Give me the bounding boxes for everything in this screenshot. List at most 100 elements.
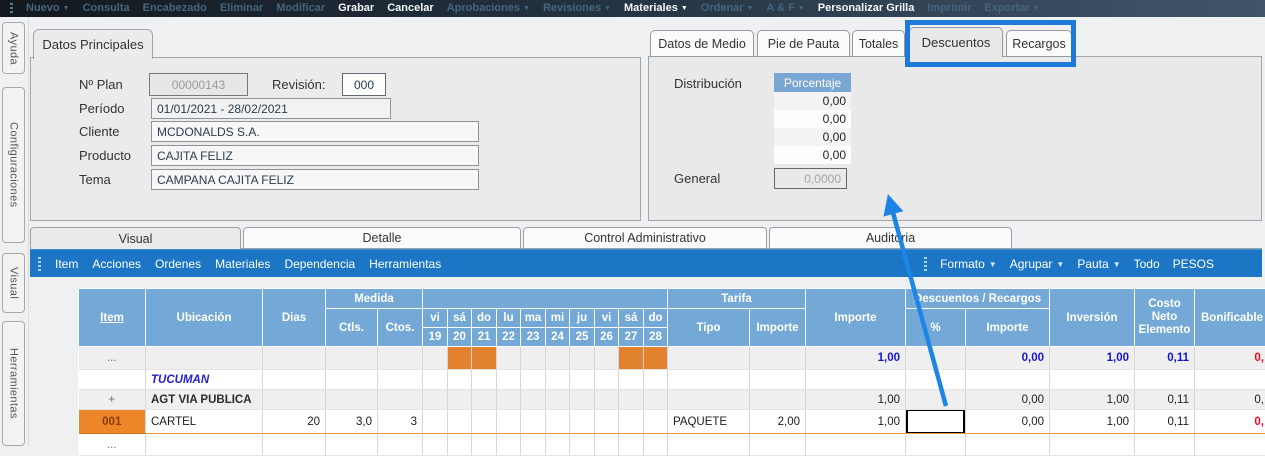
cell-tipo[interactable] xyxy=(668,434,750,456)
porcentaje-cell-2[interactable]: 0,00 xyxy=(774,110,851,128)
cell-ctls[interactable] xyxy=(326,434,378,456)
cell-bonificable[interactable]: 0, xyxy=(1195,347,1265,370)
cell-tarifa-importe[interactable]: 2,00 xyxy=(750,410,806,434)
cell-day-19[interactable] xyxy=(423,390,448,410)
cell-item[interactable]: 001 xyxy=(79,410,146,434)
grid-header-ubicacion[interactable]: Ubicación xyxy=(146,289,263,347)
periodo-input[interactable] xyxy=(151,98,391,119)
grid-header-ctos[interactable]: Ctos. xyxy=(378,309,423,347)
cell-day-22[interactable] xyxy=(497,390,521,410)
cell-item[interactable]: ... xyxy=(79,434,146,456)
cell-day-19[interactable] xyxy=(423,347,448,370)
cell-tipo[interactable]: PAQUETE xyxy=(668,410,750,434)
menu-item-grabar[interactable]: Grabar xyxy=(338,0,374,17)
grid-header-descuento-importe[interactable]: Importe xyxy=(966,309,1050,347)
cell-tipo[interactable] xyxy=(668,347,750,370)
cell-item[interactable]: + xyxy=(79,390,146,410)
cell-day-23[interactable] xyxy=(521,370,546,390)
sidebar-tab-visual[interactable]: Visual xyxy=(2,253,25,313)
cell-day-28[interactable] xyxy=(644,390,668,410)
cell-inversion[interactable] xyxy=(1050,370,1135,390)
cell-day-28[interactable] xyxy=(644,347,668,370)
porcentaje-cell-3[interactable]: 0,00 xyxy=(774,128,851,146)
grid-header-item[interactable]: Item xyxy=(79,289,146,347)
cell-tarifa-importe[interactable] xyxy=(750,434,806,456)
tab-datos-de-medio[interactable]: Datos de Medio xyxy=(650,30,754,57)
grid-header-ctls[interactable]: Ctls. xyxy=(326,309,378,347)
toolbar-item-dependencia[interactable]: Dependencia xyxy=(284,257,355,271)
cell-importe[interactable] xyxy=(806,370,906,390)
toolbar-item-pesos[interactable]: PESOS xyxy=(1173,257,1214,271)
cell-ctos[interactable] xyxy=(378,434,423,456)
cell-ctls[interactable] xyxy=(326,370,378,390)
cell-day-21[interactable] xyxy=(472,410,497,434)
cell-bonificable[interactable] xyxy=(1195,434,1265,456)
cell-ubicacion[interactable]: AGT VIA PUBLICA xyxy=(146,390,263,410)
tab-totales[interactable]: Totales xyxy=(852,30,905,57)
cell-dias[interactable] xyxy=(263,390,326,410)
cell-day-19[interactable] xyxy=(423,370,448,390)
cell-descuento-importe[interactable] xyxy=(966,370,1050,390)
cell-day-21[interactable] xyxy=(472,347,497,370)
cell-tipo[interactable] xyxy=(668,390,750,410)
cell-bonificable[interactable]: 0, xyxy=(1195,390,1265,410)
cell-dias[interactable]: 20 xyxy=(263,410,326,434)
cell-tipo[interactable] xyxy=(668,370,750,390)
cell-ctls[interactable] xyxy=(326,390,378,410)
toolbar-item-agrupar[interactable]: Agrupar▼ xyxy=(1010,257,1065,271)
producto-input[interactable] xyxy=(151,145,479,166)
toolbar-item-pauta[interactable]: Pauta▼ xyxy=(1077,257,1120,271)
selected-cell[interactable] xyxy=(906,410,966,434)
sidebar-tab-configuraciones[interactable]: Configuraciones xyxy=(2,87,25,243)
grid-header-tipo[interactable]: Tipo xyxy=(668,309,750,347)
cell-day-26[interactable] xyxy=(595,410,619,434)
cell-ctos[interactable] xyxy=(378,390,423,410)
cell-day-26[interactable] xyxy=(595,347,619,370)
cell-ubicacion[interactable]: TUCUMAN xyxy=(146,370,263,390)
toolbar-item-herramientas[interactable]: Herramientas xyxy=(369,257,441,271)
cell-descuento-porcentaje[interactable] xyxy=(906,370,966,390)
cell-importe[interactable] xyxy=(806,434,906,456)
cell-descuento-importe[interactable] xyxy=(966,434,1050,456)
porcentaje-column-header[interactable]: Porcentaje xyxy=(774,73,851,92)
cell-day-22[interactable] xyxy=(497,410,521,434)
cell-day-25[interactable] xyxy=(570,390,595,410)
cell-day-26[interactable] xyxy=(595,434,619,456)
cell-day-21[interactable] xyxy=(472,434,497,456)
cell-day-21[interactable] xyxy=(472,370,497,390)
cell-day-25[interactable] xyxy=(570,410,595,434)
cell-day-26[interactable] xyxy=(595,370,619,390)
cell-day-27[interactable] xyxy=(619,434,644,456)
toolbar-item-item[interactable]: Item xyxy=(55,257,78,271)
cell-ubicacion[interactable] xyxy=(146,434,263,456)
cell-descuento-porcentaje[interactable] xyxy=(906,347,966,370)
cell-day-23[interactable] xyxy=(521,410,546,434)
cell-ctls[interactable] xyxy=(326,347,378,370)
tab-descuentos[interactable]: Descuentos xyxy=(909,27,1003,57)
cell-day-20[interactable] xyxy=(448,390,472,410)
cell-day-25[interactable] xyxy=(570,434,595,456)
cell-day-28[interactable] xyxy=(644,370,668,390)
cell-inversion[interactable]: 1,00 xyxy=(1050,410,1135,434)
cell-costo-neto[interactable]: 0,11 xyxy=(1135,390,1195,410)
cell-descuento-importe[interactable]: 0,00 xyxy=(966,390,1050,410)
cell-day-21[interactable] xyxy=(472,390,497,410)
toolbar-item-materiales[interactable]: Materiales xyxy=(215,257,270,271)
cell-day-23[interactable] xyxy=(521,347,546,370)
cell-day-28[interactable] xyxy=(644,434,668,456)
cell-importe[interactable]: 1,00 xyxy=(806,390,906,410)
tab-auditoria[interactable]: Auditoria xyxy=(769,227,1012,249)
porcentaje-cell-4[interactable]: 0,00 xyxy=(774,146,851,164)
grid-header-porcentaje[interactable]: % xyxy=(906,309,966,347)
grid-header-dias[interactable]: Dias xyxy=(263,289,326,347)
grid-header-bonificable[interactable]: Bonificable xyxy=(1195,289,1265,347)
cell-day-19[interactable] xyxy=(423,434,448,456)
cell-day-23[interactable] xyxy=(521,390,546,410)
cell-day-24[interactable] xyxy=(546,434,570,456)
cell-dias[interactable] xyxy=(263,347,326,370)
cell-dias[interactable] xyxy=(263,434,326,456)
cell-costo-neto[interactable] xyxy=(1135,434,1195,456)
cell-day-24[interactable] xyxy=(546,390,570,410)
cell-ctls[interactable]: 3,0 xyxy=(326,410,378,434)
toolbar-item-todo[interactable]: Todo xyxy=(1134,257,1160,271)
